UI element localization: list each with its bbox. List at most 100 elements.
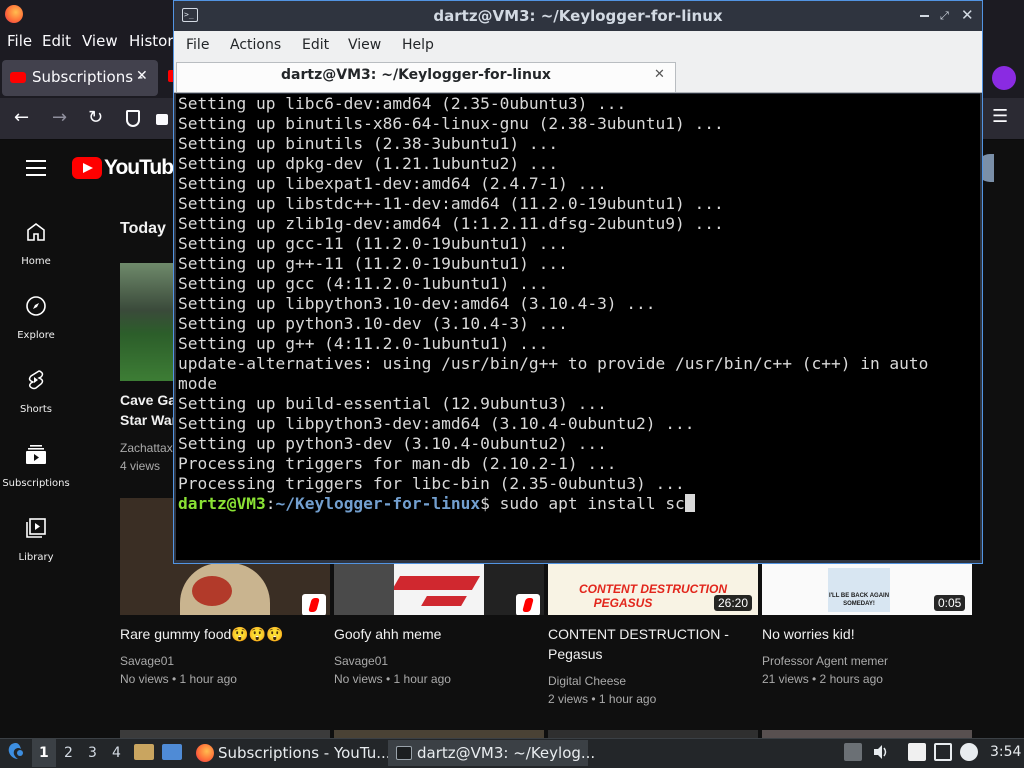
terminal-line: Setting up libc6-dev:amd64 (2.35-0ubuntu… — [178, 94, 627, 113]
file-manager-icon[interactable] — [134, 744, 154, 760]
workspace-3[interactable]: 3 — [88, 745, 97, 761]
video-channel[interactable]: Zachattax — [120, 439, 173, 457]
video-thumbnail[interactable] — [120, 730, 330, 738]
minimize-icon[interactable] — [920, 15, 929, 17]
sidebar-item-label: Home — [21, 256, 51, 267]
terminal-line: mode — [178, 374, 217, 393]
terminal-line: Setting up g++-11 (11.2.0-19ubuntu1) ... — [178, 254, 568, 273]
library-icon — [26, 518, 46, 538]
clipboard-icon[interactable] — [908, 743, 926, 761]
forward-icon[interactable]: → — [52, 107, 67, 128]
taskbar-task-label: dartz@VM3: ~/Keylog... — [417, 744, 596, 762]
shorts-badge-icon — [302, 594, 326, 615]
youtube-logo-icon — [72, 157, 102, 179]
video-channel[interactable]: Savage01 — [120, 652, 174, 670]
browser-tab-subscriptions[interactable]: Subscriptions - ✕ — [2, 60, 158, 96]
browser-menu-file[interactable]: File — [7, 32, 32, 50]
video-title[interactable]: CONTENT DESTRUCTION - — [548, 624, 729, 644]
sidebar-item-label: Library — [18, 552, 54, 563]
taskbar-task-firefox[interactable]: Subscriptions - YouTu... — [192, 740, 391, 766]
hamburger-menu-icon[interactable]: ☰ — [992, 106, 1008, 127]
video-thumbnail[interactable] — [548, 730, 758, 738]
terminal-line: Setting up build-essential (12.9ubuntu3)… — [178, 394, 607, 413]
terminal-line: Setting up python3.10-dev (3.10.4-3) ... — [178, 314, 568, 333]
close-icon[interactable]: ✕ — [961, 6, 974, 24]
youtube-logo[interactable]: YouTube — [72, 156, 185, 182]
video-duration: 0:05 — [934, 595, 966, 611]
terminal-line: Setting up gcc (4:11.2.0-1ubuntu1) ... — [178, 274, 549, 293]
thumbnail-text: CONTENT DESTRUCTION — [579, 582, 727, 596]
terminal-prompt-line[interactable]: dartz@VM3:~/Keylogger-for-linux$ sudo ap… — [178, 494, 978, 514]
lock-icon[interactable] — [156, 114, 168, 125]
terminal-line: Setting up libpython3.10-dev:amd64 (3.10… — [178, 294, 656, 313]
network-icon[interactable] — [844, 743, 862, 761]
video-title[interactable]: No worries kid! — [762, 624, 855, 644]
subscriptions-icon — [26, 445, 46, 464]
video-channel[interactable]: Digital Cheese — [548, 672, 626, 690]
home-icon — [27, 223, 45, 241]
video-thumbnail[interactable] — [120, 263, 174, 381]
tab-close-icon[interactable]: ✕ — [136, 68, 148, 84]
terminal-lines: Setting up libc6-dev:amd64 (2.35-0ubuntu… — [178, 94, 978, 514]
volume-icon[interactable] — [872, 743, 890, 761]
section-heading: Today — [120, 220, 166, 237]
back-icon[interactable]: ← — [14, 107, 29, 128]
workspace-2[interactable]: 2 — [64, 745, 73, 761]
video-meta: No views • 1 hour ago — [120, 672, 237, 686]
terminal-line: Processing triggers for man-db (2.10.2-1… — [178, 454, 617, 473]
terminal-menu-help[interactable]: Help — [402, 37, 434, 53]
clock[interactable]: 3:54 — [990, 744, 1021, 760]
ethernet-icon[interactable] — [934, 743, 952, 761]
terminal-menu-view[interactable]: View — [348, 37, 381, 53]
shield-icon[interactable] — [126, 110, 140, 127]
tab-close-icon[interactable]: ✕ — [654, 67, 665, 82]
video-title-line2[interactable]: Star War — [120, 410, 177, 430]
terminal-line: Setting up dpkg-dev (1.21.1ubuntu2) ... — [178, 154, 559, 173]
sidebar-item-label: Explore — [17, 330, 55, 341]
sidebar-item-shorts[interactable]: Shorts — [0, 358, 72, 432]
video-meta: 4 views — [120, 459, 161, 473]
workspace-1[interactable]: 1 — [39, 745, 49, 761]
show-desktop-icon[interactable] — [162, 744, 182, 760]
terminal-menu-edit[interactable]: Edit — [302, 37, 329, 53]
terminal-tab-label: dartz@VM3: ~/Keylogger-for-linux — [281, 67, 551, 83]
video-channel[interactable]: Professor Agent memer — [762, 652, 888, 670]
extension-icon[interactable] — [992, 66, 1016, 90]
browser-menu-view[interactable]: View — [82, 32, 118, 50]
terminal-output[interactable]: Setting up libc6-dev:amd64 (2.35-0ubuntu… — [176, 94, 980, 560]
youtube-sidebar: Home Explore Shorts Subscriptions Librar… — [0, 196, 72, 738]
sidebar-item-library[interactable]: Library — [0, 506, 72, 580]
guide-menu-icon[interactable] — [26, 160, 46, 176]
terminal-menu-file[interactable]: File — [186, 37, 209, 53]
video-title[interactable]: Rare gummy food😲😲😲 — [120, 624, 284, 644]
terminal-window[interactable]: >_ dartz@VM3: ~/Keylogger-for-linux ⤢ ✕ … — [173, 0, 983, 564]
sidebar-item-subscriptions[interactable]: Subscriptions — [0, 432, 72, 506]
video-title[interactable]: Goofy ahh meme — [334, 624, 441, 644]
update-notifier-icon[interactable] — [960, 743, 978, 761]
video-meta: 21 views • 2 hours ago — [762, 672, 883, 686]
terminal-line: Setting up gcc-11 (11.2.0-19ubuntu1) ... — [178, 234, 568, 253]
terminal-icon — [396, 746, 412, 760]
video-thumbnail[interactable] — [762, 730, 972, 738]
terminal-titlebar[interactable]: >_ dartz@VM3: ~/Keylogger-for-linux ⤢ ✕ — [174, 1, 982, 31]
reload-icon[interactable]: ↻ — [88, 107, 103, 128]
sidebar-item-home[interactable]: Home — [0, 210, 72, 284]
youtube-logo-text: YouTube — [104, 156, 185, 179]
sidebar-item-label: Subscriptions — [2, 478, 70, 489]
maximize-icon[interactable]: ⤢ — [940, 9, 949, 23]
video-title-line2[interactable]: Pegasus — [548, 644, 602, 664]
taskbar-task-terminal[interactable]: dartz@VM3: ~/Keylog... — [388, 740, 595, 766]
terminal-line: Setting up libpython3-dev:amd64 (3.10.4-… — [178, 414, 695, 433]
terminal-title: dartz@VM3: ~/Keylogger-for-linux — [433, 7, 723, 25]
workspace-4[interactable]: 4 — [112, 745, 121, 761]
tab-title: Subscriptions - — [32, 68, 144, 86]
sidebar-item-explore[interactable]: Explore — [0, 284, 72, 358]
terminal-line: Setting up python3-dev (3.10.4-0ubuntu2)… — [178, 434, 607, 453]
start-menu-icon[interactable] — [6, 741, 26, 763]
video-thumbnail[interactable] — [334, 730, 544, 738]
video-channel[interactable]: Savage01 — [334, 652, 388, 670]
video-title[interactable]: Cave Ga — [120, 390, 176, 410]
terminal-menu-actions[interactable]: Actions — [230, 37, 281, 53]
browser-menu-edit[interactable]: Edit — [42, 32, 71, 50]
sidebar-item-label: Shorts — [19, 404, 53, 415]
